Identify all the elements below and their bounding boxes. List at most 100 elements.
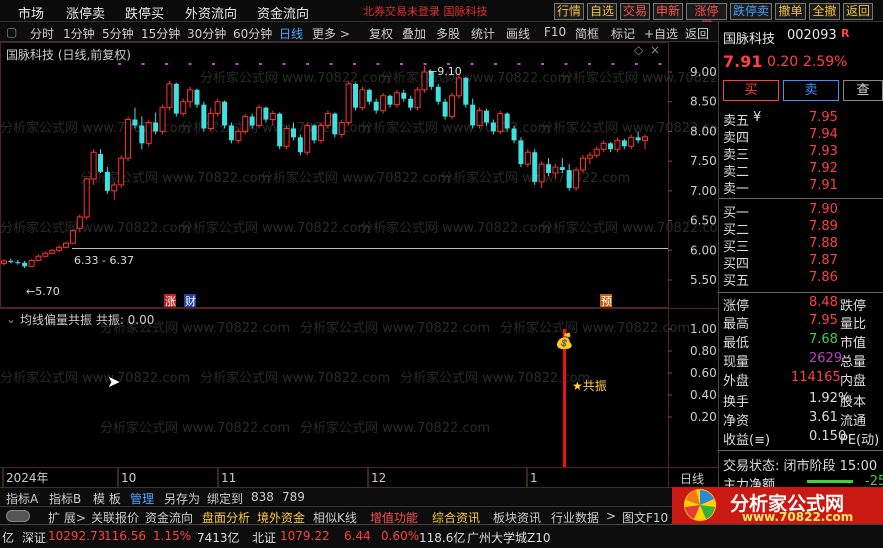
tool-button-5[interactable]: F10 bbox=[544, 25, 566, 39]
candle-body bbox=[180, 101, 187, 115]
period-tab-1[interactable]: 1分钟 bbox=[63, 25, 95, 42]
period-tab-7[interactable]: 更多 > bbox=[312, 25, 350, 42]
candle-body bbox=[318, 124, 325, 141]
marker-dot bbox=[400, 63, 403, 65]
candle-body bbox=[408, 98, 414, 108]
status-item-8: 6.44 bbox=[344, 529, 371, 543]
candle-body bbox=[35, 255, 42, 261]
candle-body bbox=[159, 107, 166, 132]
candle-body bbox=[69, 230, 76, 244]
period-tab-0[interactable]: 分时 bbox=[30, 25, 54, 42]
top-button-2[interactable]: 交易 bbox=[620, 3, 650, 20]
candle-body bbox=[421, 71, 428, 91]
period-tab-2[interactable]: 5分钟 bbox=[102, 25, 134, 42]
candle-body bbox=[111, 184, 118, 192]
stat-label-2: 总量 bbox=[840, 355, 867, 370]
stat-label-2: 量比 bbox=[840, 317, 867, 332]
sell-button[interactable]: 卖 bbox=[783, 80, 839, 101]
status-item-7: 1079.22 bbox=[280, 529, 330, 543]
money-bag-icon: 💰 bbox=[555, 332, 574, 350]
candle-body bbox=[173, 83, 179, 114]
top-button-7[interactable]: 全撤 bbox=[809, 3, 840, 20]
watermark-text: 分析家公式网 www.70822.com bbox=[180, 220, 370, 236]
time-label: 10 bbox=[121, 471, 136, 485]
stat-label-2: 市值 bbox=[840, 336, 867, 351]
candle-body bbox=[304, 124, 311, 153]
indicator-collapse-icon[interactable]: ⌄ bbox=[6, 312, 16, 326]
indicator-tab-2[interactable]: 模 板 bbox=[93, 490, 121, 507]
tool-button-4[interactable]: 画线 bbox=[506, 25, 530, 42]
watermark-text: 分析家公式网 www.70822.com bbox=[360, 120, 550, 136]
extension-tab-10[interactable]: > bbox=[606, 509, 616, 523]
price-tick: 6.00 bbox=[690, 243, 717, 257]
time-label: 2024年 bbox=[6, 471, 49, 485]
indicator-tab-6[interactable]: 838 bbox=[251, 490, 274, 504]
query-button[interactable]: 查 bbox=[843, 80, 883, 101]
stat-label-2: 流通 bbox=[840, 414, 867, 429]
status-item-3: 116.56 bbox=[104, 529, 146, 543]
stat-label-2: PE(动) bbox=[840, 433, 880, 448]
price-tick: 5.50 bbox=[690, 273, 717, 287]
extension-tabs: 扩 展> 关联报价 资金流向 盘面分析 境外资金 相似K线 增值功能 综合资讯 板块资讯 行业数据… bbox=[0, 506, 718, 525]
top-button-3[interactable]: 申新 bbox=[653, 3, 683, 20]
candle-body bbox=[97, 154, 103, 172]
main-flow-value: -25 bbox=[865, 474, 883, 487]
buy-button[interactable]: 买 bbox=[723, 80, 779, 101]
top-button-5[interactable]: 跌停卖 bbox=[730, 3, 772, 20]
divider bbox=[719, 292, 883, 293]
menu-capital-flow[interactable]: 资金流向 bbox=[257, 3, 309, 22]
candle-body bbox=[532, 152, 538, 182]
menu-market[interactable]: 市场 bbox=[18, 3, 44, 22]
candle-body bbox=[573, 169, 580, 189]
tool-button-0[interactable]: 复权 bbox=[369, 25, 393, 42]
stat-value: 114165 bbox=[791, 370, 841, 385]
candle-body bbox=[463, 77, 469, 105]
indicator-tab-1[interactable]: 指标B bbox=[49, 490, 81, 507]
tool-button-7[interactable]: 标记 bbox=[611, 25, 635, 42]
indicator-tab-3[interactable]: 管理 bbox=[130, 490, 154, 507]
candle-body bbox=[490, 122, 496, 132]
tool-button-2[interactable]: 多股 bbox=[436, 25, 460, 42]
tool-button-6[interactable]: 简框 bbox=[575, 25, 599, 42]
tool-button-9[interactable]: 返回 bbox=[685, 25, 709, 42]
marker-dot bbox=[118, 63, 121, 65]
period-tab-4[interactable]: 30分钟 bbox=[187, 25, 226, 42]
candle-body bbox=[359, 89, 366, 109]
candle-body bbox=[56, 246, 63, 251]
time-label: 11 bbox=[221, 471, 236, 485]
menu-limit-down-buy[interactable]: 跌停买 bbox=[125, 3, 164, 22]
candle-body bbox=[455, 77, 462, 97]
period-tab-3[interactable]: 15分钟 bbox=[141, 25, 180, 42]
top-button-6[interactable]: 撤单 bbox=[775, 3, 806, 20]
tool-button-1[interactable]: 叠加 bbox=[402, 25, 426, 42]
period-tab-5[interactable]: 60分钟 bbox=[233, 25, 272, 42]
top-button-0[interactable]: 行情 bbox=[554, 3, 584, 20]
indicator-tab-5[interactable]: 绑定到 bbox=[207, 490, 243, 507]
stat-label-2: 跌停 bbox=[840, 299, 867, 314]
period-tab-6[interactable]: 日线 bbox=[279, 25, 303, 42]
candle-body bbox=[263, 107, 269, 120]
menu-limit-up-sell[interactable]: 涨停卖 bbox=[66, 3, 105, 22]
ask-price: 7.94 bbox=[809, 127, 838, 142]
indicator-title: 均线偏量共振 共振: 0.00 bbox=[20, 313, 155, 327]
price-change-pct: 2.59% bbox=[803, 54, 848, 70]
candle-body bbox=[277, 113, 283, 147]
indicator-tab-4[interactable]: 另存为 bbox=[164, 490, 200, 507]
watermark-text: 分析家公式网 www.70822.com bbox=[500, 320, 690, 336]
indicator-tab-0[interactable]: 指标A bbox=[6, 490, 38, 507]
indicator-tab-7[interactable]: 789 bbox=[282, 490, 305, 504]
tool-button-8[interactable]: +自选 bbox=[644, 25, 678, 42]
candle-body bbox=[332, 113, 338, 135]
low-annotation: ←5.70 bbox=[26, 285, 60, 298]
bid-price: 7.86 bbox=[809, 270, 838, 285]
top-button-8[interactable]: 返回 bbox=[843, 3, 873, 20]
close-icon: × bbox=[650, 43, 660, 57]
top-button-1[interactable]: 自选 bbox=[587, 3, 617, 20]
tool-button-3[interactable]: 统计 bbox=[471, 25, 495, 42]
marker-dot bbox=[494, 63, 497, 65]
kline-chart[interactable]: 分析家公式网 www.70822.com 分析家公式网 www.70822.com… bbox=[0, 42, 718, 487]
toggle-icon[interactable] bbox=[6, 510, 30, 522]
top-button-4[interactable]: 涨停买 bbox=[686, 3, 727, 33]
candle-body bbox=[518, 140, 524, 165]
menu-foreign-flow[interactable]: 外资流向 bbox=[185, 3, 237, 22]
